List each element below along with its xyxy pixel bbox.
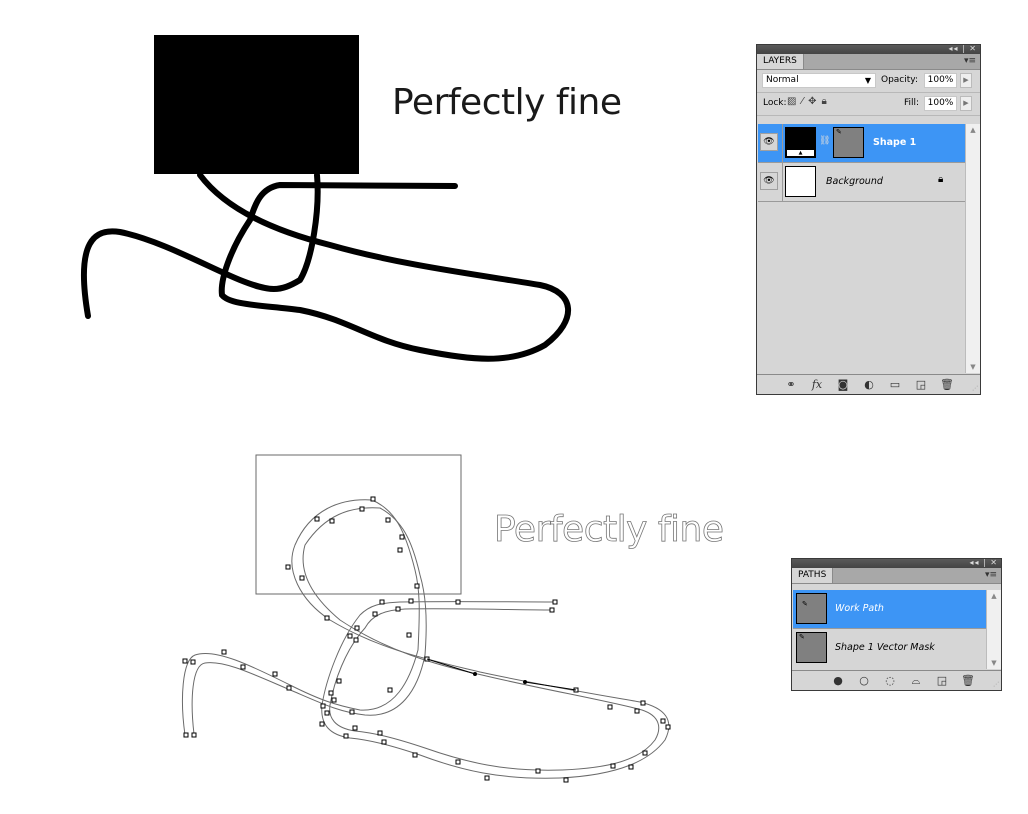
panel-window-controls[interactable]: ◂◂ | ✕ — [948, 44, 977, 53]
link-chain-icon[interactable]: ⛓︎ — [819, 136, 830, 146]
visibility-eye-icon[interactable]: 👁︎ — [760, 133, 778, 151]
resize-grip[interactable]: ⋰ — [993, 681, 999, 688]
scroll-up-icon[interactable]: ▲ — [987, 592, 1001, 600]
layer-name[interactable]: Background — [826, 176, 883, 187]
panel-window-controls[interactable]: ◂◂ | ✕ — [969, 558, 998, 567]
fill-input[interactable]: 100% — [924, 96, 957, 111]
mask-icon[interactable]: ◙ — [830, 378, 856, 391]
path-name[interactable]: Shape 1 Vector Mask — [835, 642, 935, 653]
vector-mask-rectangle-outline — [255, 454, 462, 595]
make-work-path-icon[interactable]: ⌓ — [903, 674, 929, 688]
new-path-icon[interactable]: ◲ — [929, 674, 955, 687]
opacity-slider-button[interactable]: ▶ — [960, 73, 972, 88]
tab-paths[interactable]: PATHS — [792, 568, 834, 583]
link-icon[interactable]: ⚭ — [778, 378, 804, 391]
tab-layers[interactable]: LAYERS — [757, 54, 804, 69]
top-text-label: Perfectly fine — [392, 82, 622, 123]
path-name[interactable]: Work Path — [835, 603, 884, 614]
adjustment-icon[interactable]: ◐ — [856, 378, 882, 391]
layers-panel-titlebar[interactable]: ◂◂ | ✕ — [757, 44, 980, 54]
scroll-down-icon[interactable]: ▼ — [987, 659, 1001, 667]
scroll-down-icon[interactable]: ▼ — [966, 363, 980, 371]
black-rectangle — [154, 35, 359, 174]
folder-icon[interactable]: ▭ — [882, 378, 908, 391]
trash-icon[interactable]: 🗑︎ — [934, 378, 960, 391]
new-layer-icon[interactable]: ◲ — [908, 378, 934, 391]
lock-image-icon[interactable]: ⁄ — [801, 96, 803, 107]
path-thumbnail: ✎ — [796, 632, 827, 663]
layer-row-shape-1[interactable]: 👁︎ ▲ ⛓︎ ✎ Shape 1 — [758, 124, 965, 163]
lock-label: Lock: — [763, 98, 787, 108]
path-row-vector-mask[interactable]: ✎ Shape 1 Vector Mask — [793, 629, 986, 667]
chevron-down-icon: ▼ — [864, 76, 871, 85]
path-thumbnail: ✎ — [796, 593, 827, 624]
fill-slider-button[interactable]: ▶ — [960, 96, 972, 111]
panel-menu-icon[interactable]: ▾≡ — [985, 570, 997, 580]
blend-mode-value: Normal — [766, 75, 799, 85]
layer-thumbnail — [785, 166, 816, 197]
paths-panel-titlebar[interactable]: ◂◂ | ✕ — [792, 558, 1001, 568]
bottom-text-outline: Perfectly fine — [494, 509, 724, 550]
layers-panel: ◂◂ | ✕ LAYERS ▾≡ Normal ▼ Opacity: 100% … — [756, 44, 981, 395]
layer-name[interactable]: Shape 1 — [873, 137, 916, 148]
lock-position-icon[interactable]: ✥ — [808, 96, 816, 107]
stroke-path-icon[interactable]: ○ — [851, 674, 877, 687]
layer-row-background[interactable]: 👁︎ Background 🔒︎ — [758, 163, 965, 202]
lock-transparency-icon[interactable]: ▨ — [787, 96, 796, 107]
fx-icon[interactable]: fx — [804, 378, 830, 391]
visibility-eye-icon[interactable]: 👁︎ — [760, 172, 778, 190]
trash-icon[interactable]: 🗑︎ — [955, 674, 981, 687]
path-row-work-path[interactable]: ✎ Work Path — [793, 590, 986, 629]
panel-menu-icon[interactable]: ▾≡ — [964, 56, 976, 66]
layers-scrollbar[interactable]: ▲ ▼ — [965, 124, 980, 373]
anchor-points — [182, 496, 671, 783]
fill-path-icon[interactable]: ● — [825, 674, 851, 687]
outline-path — [181, 499, 670, 779]
vector-mask-thumbnail: ✎ — [833, 127, 864, 158]
scroll-up-icon[interactable]: ▲ — [966, 126, 980, 134]
load-selection-icon[interactable]: ◌ — [877, 674, 903, 687]
fill-label: Fill: — [904, 98, 920, 108]
lock-all-icon[interactable]: 🔒︎ — [822, 96, 827, 107]
resize-grip[interactable]: ⋰ — [972, 385, 978, 392]
opacity-input[interactable]: 100% — [924, 73, 957, 88]
lock-icon: 🔒︎ — [938, 174, 944, 185]
selected-segment-handles — [426, 658, 577, 691]
paths-panel: ◂◂ | ✕ PATHS ▾≡ ✎ Work Path ✎ Shape 1 Ve… — [791, 558, 1002, 691]
stroke-path — [81, 172, 572, 362]
paths-scrollbar[interactable]: ▲ ▼ — [986, 590, 1001, 669]
blend-mode-select[interactable]: Normal ▼ — [762, 73, 876, 88]
opacity-label: Opacity: — [881, 75, 918, 85]
layer-fill-thumbnail: ▲ — [785, 127, 816, 158]
